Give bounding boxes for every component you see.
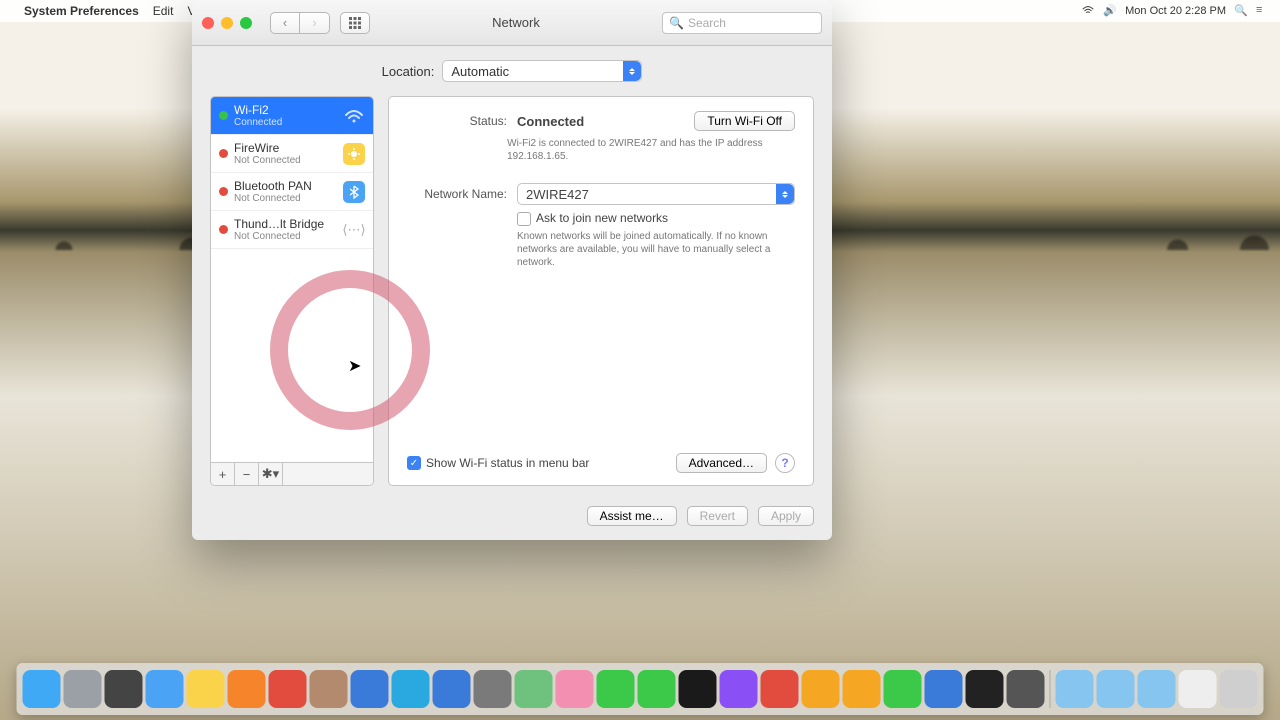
notification-center-icon[interactable]: ≡	[1256, 4, 1270, 18]
assist-me-button[interactable]: Assist me…	[587, 506, 677, 526]
dock-app-ibooks[interactable]	[802, 670, 840, 708]
connection-actions-button[interactable]: ✱▾	[259, 463, 283, 485]
dock-app-imovie[interactable]	[720, 670, 758, 708]
dock-app-folder[interactable]	[1056, 670, 1094, 708]
volume-icon[interactable]: 🔊	[1103, 4, 1117, 18]
status-description: Wi-Fi2 is connected to 2WIRE427 and has …	[507, 137, 795, 163]
dock-app-folder[interactable]	[1138, 670, 1176, 708]
help-button[interactable]: ?	[775, 453, 795, 473]
dock-app-lightroom[interactable]	[679, 670, 717, 708]
dock-app-folder[interactable]	[1097, 670, 1135, 708]
connection-thunderbolt[interactable]: Thund…lt Bridge Not Connected ⟨⋯⟩	[211, 211, 373, 249]
menu-edit[interactable]: Edit	[153, 4, 174, 18]
show-all-button[interactable]	[340, 12, 370, 34]
bluetooth-icon	[343, 181, 365, 203]
dock-app-store[interactable]	[351, 670, 389, 708]
advanced-button[interactable]: Advanced…	[676, 453, 767, 473]
location-label: Location:	[382, 64, 435, 79]
dock-app-console[interactable]	[1007, 670, 1045, 708]
connection-wifi2[interactable]: Wi-Fi2 Connected	[211, 97, 373, 135]
dock-app-contacts[interactable]	[310, 670, 348, 708]
dock-app-facetime[interactable]	[638, 670, 676, 708]
search-field[interactable]: 🔍 Search	[662, 12, 822, 34]
minimize-window-button[interactable]	[221, 17, 233, 29]
dock-app-trash[interactable]	[1220, 670, 1258, 708]
dock-app-messages[interactable]	[597, 670, 635, 708]
location-select[interactable]: Automatic	[442, 60, 642, 82]
dock-app-maps[interactable]	[515, 670, 553, 708]
connection-detail-panel: Status: Connected Turn Wi-Fi Off Wi-Fi2 …	[388, 96, 814, 486]
menubar-clock[interactable]: Mon Oct 20 2:28 PM	[1125, 5, 1226, 17]
wifi-status-icon[interactable]	[1081, 4, 1095, 18]
ask-to-join-description: Known networks will be joined automatica…	[517, 230, 795, 269]
add-connection-button[interactable]: +	[211, 463, 235, 485]
apply-button[interactable]: Apply	[758, 506, 814, 526]
wifi-icon	[343, 105, 365, 127]
dock-app-finder[interactable]	[23, 670, 61, 708]
network-name-label: Network Name:	[407, 187, 507, 201]
back-button[interactable]: ‹	[270, 12, 300, 34]
dock-app-itunes[interactable]	[761, 670, 799, 708]
thunderbolt-icon: ⟨⋯⟩	[343, 219, 365, 241]
revert-button[interactable]: Revert	[687, 506, 748, 526]
dock-app-numbers[interactable]	[884, 670, 922, 708]
dock-app-photos[interactable]	[556, 670, 594, 708]
dock-app-settings[interactable]	[474, 670, 512, 708]
connections-sidebar: Wi-Fi2 Connected FireWire Not Connected	[210, 96, 374, 486]
status-dot-icon	[219, 111, 228, 120]
dock-app-onepass[interactable]	[966, 670, 1004, 708]
status-value: Connected	[517, 114, 684, 129]
dock-app-pages[interactable]	[843, 670, 881, 708]
dock-app-calendar[interactable]	[269, 670, 307, 708]
ask-to-join-checkbox[interactable]: Ask to join new networks	[517, 211, 668, 225]
dock-app-launchpad[interactable]	[64, 670, 102, 708]
status-label: Status:	[407, 114, 507, 128]
connection-bluetooth[interactable]: Bluetooth PAN Not Connected	[211, 173, 373, 211]
dock-app-keynote[interactable]	[925, 670, 963, 708]
dock-app-mail[interactable]	[146, 670, 184, 708]
dock-app-doc[interactable]	[1179, 670, 1217, 708]
status-dot-icon	[219, 149, 228, 158]
network-preferences-window: ‹ › Network 🔍 Search Location: Automatic	[192, 0, 832, 540]
dock-app-mission[interactable]	[105, 670, 143, 708]
remove-connection-button[interactable]: −	[235, 463, 259, 485]
firewire-icon	[343, 143, 365, 165]
show-status-checkbox[interactable]: ✓Show Wi-Fi status in menu bar	[407, 456, 589, 471]
dock-app-reminders[interactable]	[228, 670, 266, 708]
dropdown-arrows-icon	[776, 184, 794, 204]
dock-app-notes[interactable]	[187, 670, 225, 708]
search-placeholder: Search	[688, 16, 726, 30]
dock	[17, 663, 1264, 715]
window-title: Network	[380, 15, 652, 30]
zoom-window-button[interactable]	[240, 17, 252, 29]
mouse-cursor-icon: ➤	[348, 356, 361, 376]
window-toolbar: ‹ › Network 🔍 Search	[192, 0, 832, 46]
search-spotlight-icon[interactable]: 🔍	[1234, 4, 1248, 18]
network-name-select[interactable]: 2WIRE427	[517, 183, 795, 205]
dock-app-safari[interactable]	[392, 670, 430, 708]
search-icon: 🔍	[669, 16, 684, 30]
forward-button[interactable]: ›	[300, 12, 330, 34]
connection-firewire[interactable]: FireWire Not Connected	[211, 135, 373, 173]
status-dot-icon	[219, 187, 228, 196]
dropdown-arrows-icon	[623, 61, 641, 81]
close-window-button[interactable]	[202, 17, 214, 29]
app-name[interactable]: System Preferences	[24, 4, 139, 18]
status-dot-icon	[219, 225, 228, 234]
wifi-toggle-button[interactable]: Turn Wi-Fi Off	[694, 111, 795, 131]
dock-app-appstore[interactable]	[433, 670, 471, 708]
